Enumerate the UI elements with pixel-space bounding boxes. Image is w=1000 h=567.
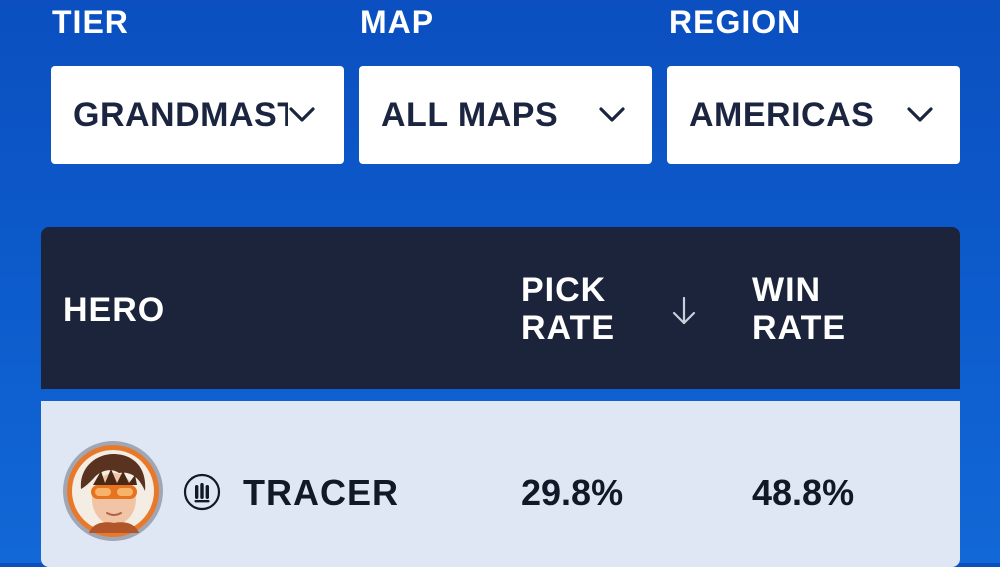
tier-label: TIER — [52, 4, 129, 40]
column-header-pick-rate[interactable]: PICK RATE — [521, 271, 615, 347]
pick-rate-header-line2: RATE — [521, 309, 616, 347]
pick-rate-value: 29.8% — [521, 472, 624, 513]
chevron-down-icon — [599, 107, 625, 122]
win-rate-header-line2: RATE — [752, 309, 847, 347]
region-dropdown[interactable]: AMERICAS — [667, 66, 960, 164]
win-rate-header-line1: WIN — [752, 271, 822, 309]
tier-dropdown[interactable]: GRANDMASTER — [51, 66, 344, 164]
table-row[interactable]: TRACER 29.8% 48.8% — [41, 401, 960, 567]
hero-stats-table: HERO PICK RATE WIN RATE TRACER 29.8% 48.… — [41, 227, 960, 567]
avatar — [63, 441, 163, 541]
region-dropdown-value: AMERICAS — [689, 95, 875, 134]
chevron-down-icon — [289, 107, 315, 122]
damage-role-icon — [183, 473, 221, 511]
region-label: REGION — [669, 4, 802, 40]
arrow-down-icon[interactable] — [668, 295, 700, 327]
chevron-down-icon — [907, 107, 933, 122]
pick-rate-header-line1: PICK — [521, 271, 607, 309]
column-header-hero[interactable]: HERO — [63, 291, 165, 329]
map-dropdown-value: ALL MAPS — [381, 95, 559, 134]
hero-portrait-icon — [67, 445, 159, 537]
map-dropdown[interactable]: ALL MAPS — [359, 66, 652, 164]
tier-dropdown-value: GRANDMASTER — [73, 95, 288, 134]
hero-name[interactable]: TRACER — [243, 473, 399, 513]
column-header-win-rate[interactable]: WIN RATE — [752, 271, 846, 347]
win-rate-value: 48.8% — [752, 472, 855, 513]
map-label: MAP — [360, 4, 435, 40]
table-header: HERO PICK RATE WIN RATE — [41, 227, 960, 389]
